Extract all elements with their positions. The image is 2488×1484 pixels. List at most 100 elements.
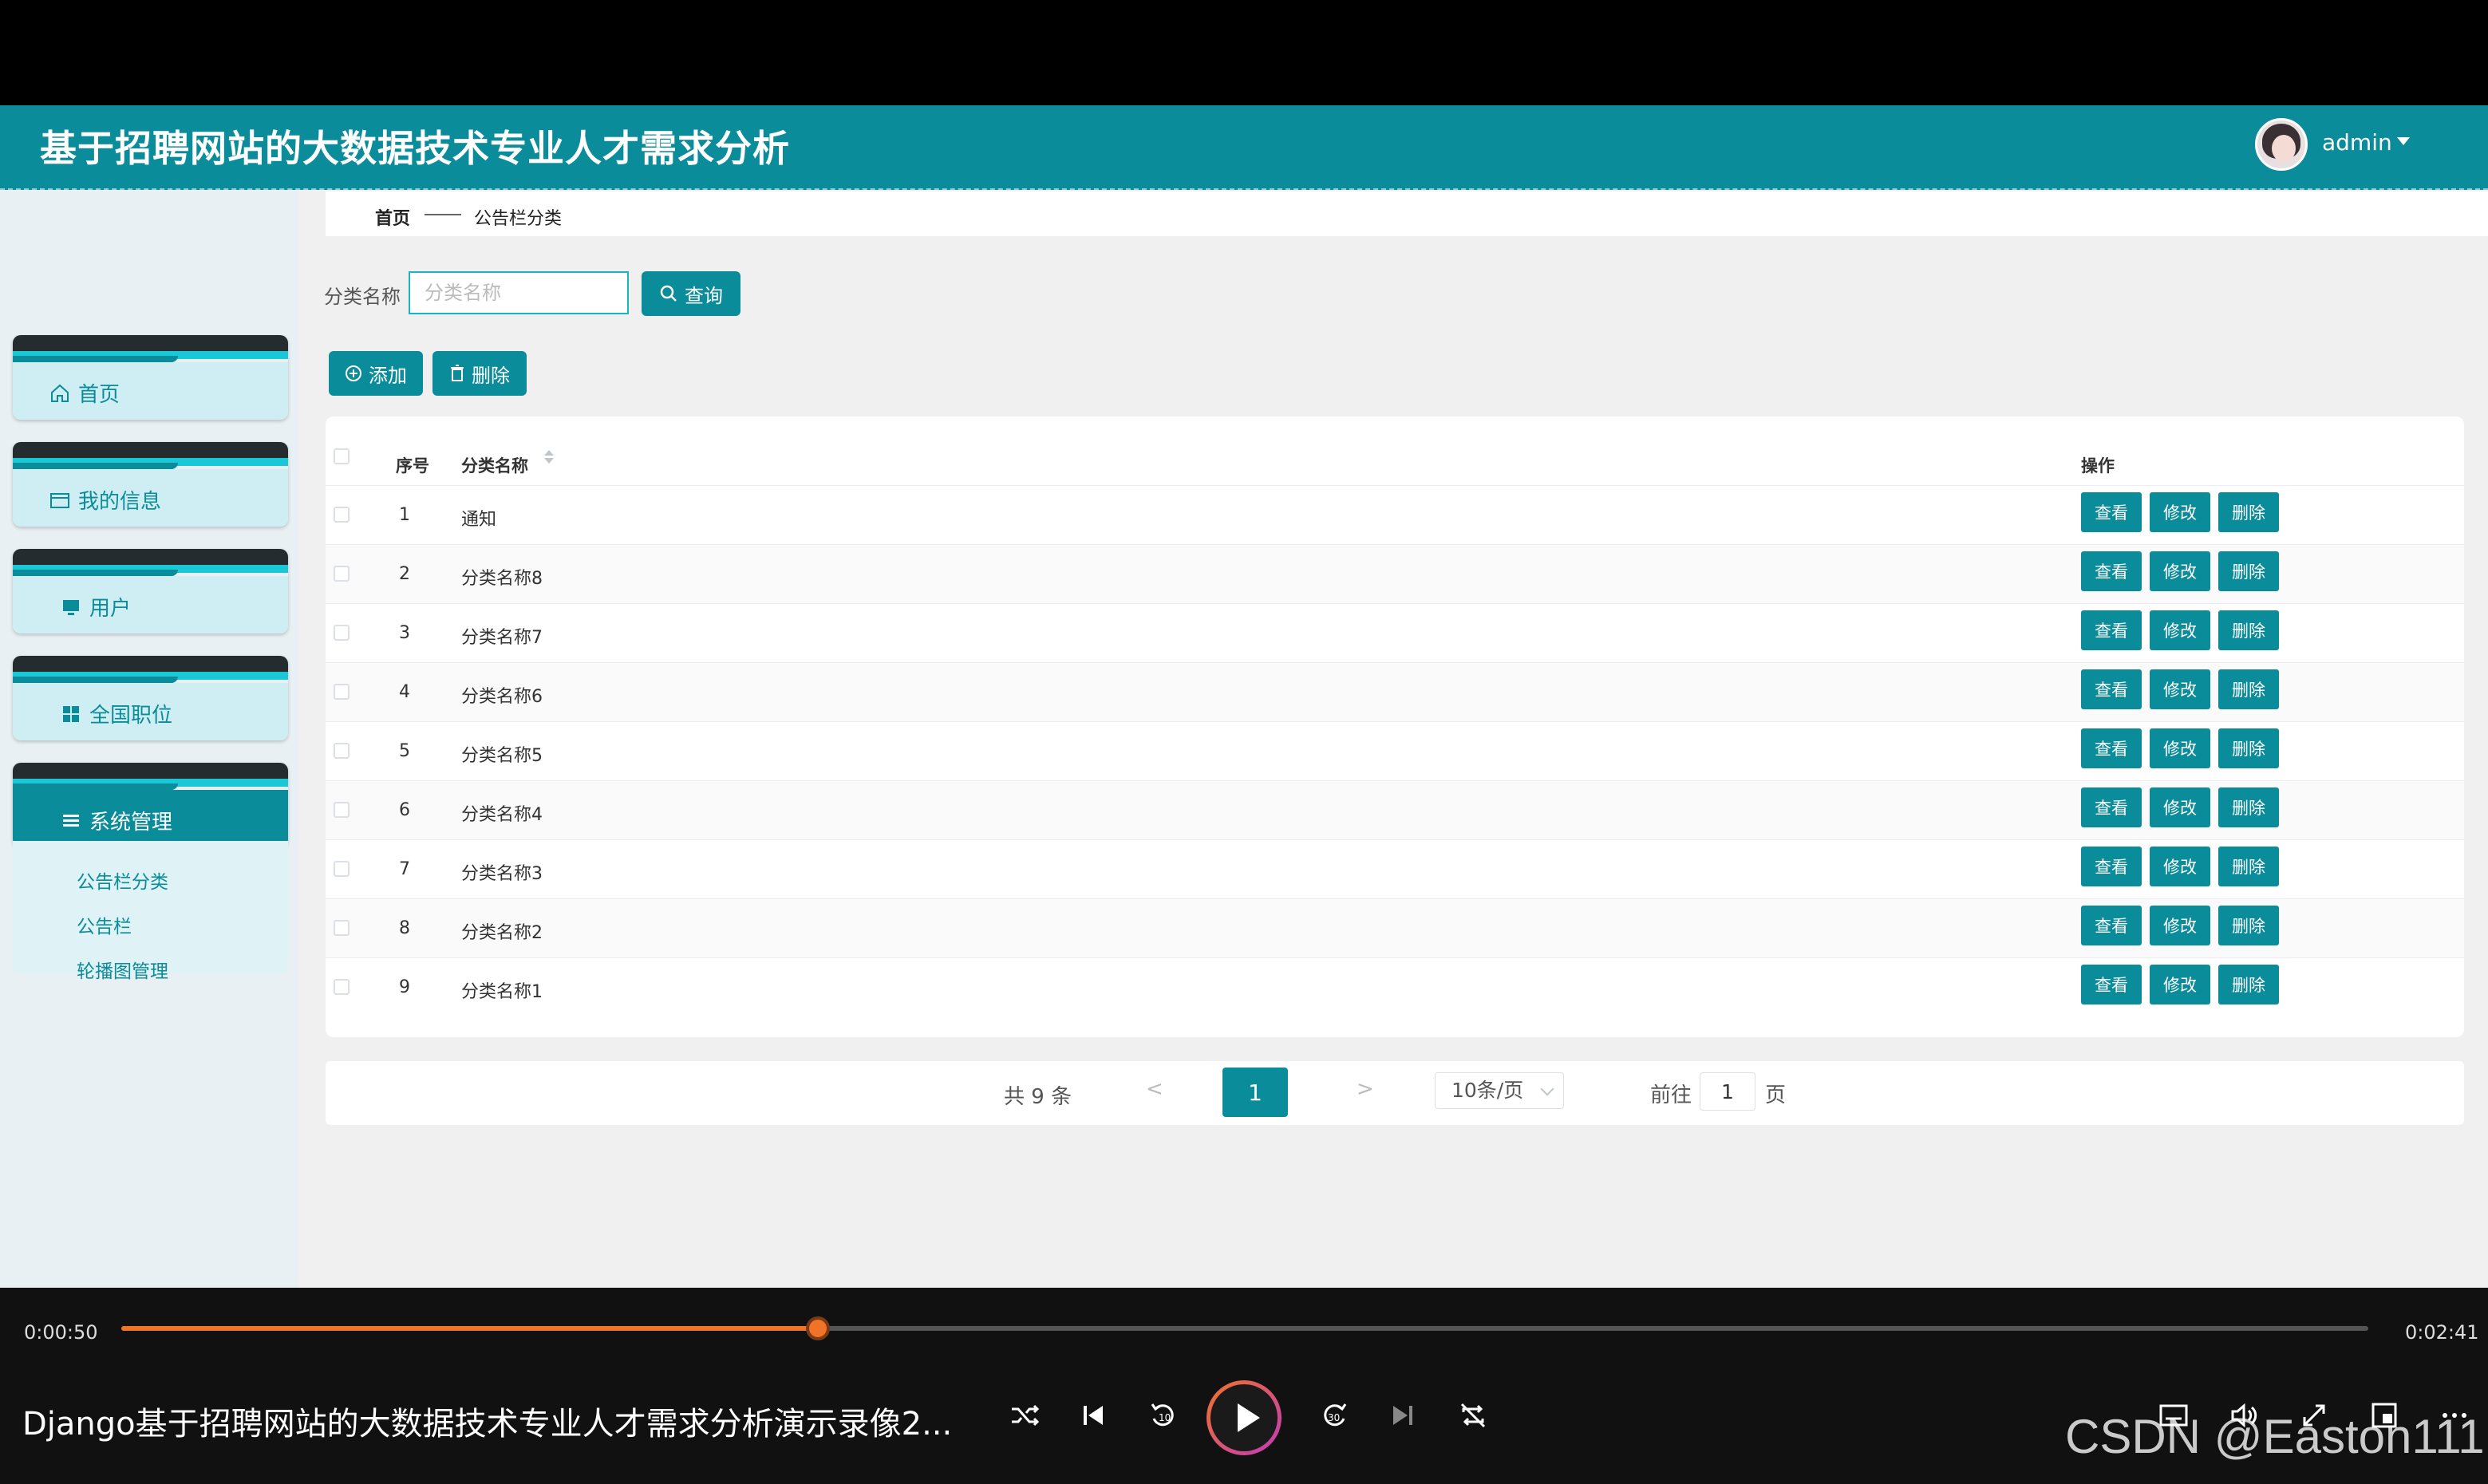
delete-button[interactable]: 删除 (2218, 965, 2279, 1004)
watermark: CSDN @Easton111 (2065, 1410, 2485, 1463)
view-button[interactable]: 查看 (2081, 847, 2142, 886)
view-button[interactable]: 查看 (2081, 492, 2142, 532)
progress-knob[interactable] (805, 1316, 830, 1340)
edit-button[interactable]: 修改 (2150, 492, 2210, 532)
edit-button[interactable]: 修改 (2150, 669, 2210, 709)
edit-button[interactable]: 修改 (2150, 610, 2210, 650)
table-row: 3 分类名称7 查看 修改 删除 (326, 603, 2464, 662)
row-name: 分类名称8 (461, 569, 543, 589)
data-table: 序号 分类名称 操作 1 通知 查看 修改 删除 2 分类名称8 查看 修改 删除 3 分类名称7 查看… (326, 416, 2464, 1037)
submenu-item-notice-category[interactable]: 公告栏分类 (77, 866, 168, 894)
view-button[interactable]: 查看 (2081, 906, 2142, 945)
select-all-checkbox[interactable] (334, 448, 350, 464)
row-index: 6 (399, 800, 410, 820)
row-checkbox[interactable] (334, 861, 350, 877)
row-checkbox[interactable] (334, 979, 350, 995)
progress-fill (121, 1326, 818, 1331)
search-button[interactable]: 查询 (642, 271, 740, 316)
forward-30-icon[interactable]: 30 (1317, 1398, 1352, 1433)
row-checkbox[interactable] (334, 566, 350, 582)
submenu-item-notice[interactable]: 公告栏 (77, 911, 132, 938)
page-button-current[interactable]: 1 (1222, 1068, 1288, 1117)
edit-button[interactable]: 修改 (2150, 847, 2210, 886)
previous-icon[interactable] (1076, 1398, 1111, 1433)
row-name: 通知 (461, 510, 497, 530)
row-name: 分类名称1 (461, 982, 543, 1002)
edit-button[interactable]: 修改 (2150, 787, 2210, 827)
column-header-name[interactable]: 分类名称 (461, 453, 528, 477)
row-checkbox[interactable] (334, 625, 350, 641)
goto-suffix: 页 (1765, 1083, 1787, 1107)
delete-button[interactable]: 删除 (2218, 847, 2279, 886)
grid-icon (63, 705, 79, 722)
view-button[interactable]: 查看 (2081, 610, 2142, 650)
play-icon (1238, 1403, 1260, 1432)
sidebar-item-my-info[interactable]: 我的信息 (13, 442, 288, 527)
row-index: 7 (399, 859, 410, 879)
sidebar-item-home[interactable]: 首页 (13, 335, 288, 420)
delete-button[interactable]: 删除 (2218, 787, 2279, 827)
user-menu[interactable]: admin (2322, 129, 2392, 156)
rewind-10-icon[interactable]: 10 (1146, 1398, 1181, 1433)
breadcrumb-home[interactable]: 首页 (375, 204, 410, 230)
row-index: 2 (399, 564, 410, 584)
edit-button[interactable]: 修改 (2150, 906, 2210, 945)
delete-button[interactable]: 删除 (2218, 669, 2279, 709)
submenu-item-carousel[interactable]: 轮播图管理 (77, 956, 168, 983)
view-button[interactable]: 查看 (2081, 728, 2142, 768)
sidebar-item-jobs[interactable]: 全国职位 (13, 656, 288, 740)
row-name: 分类名称6 (461, 687, 543, 707)
sidebar-item-users[interactable]: 用户 (13, 549, 288, 633)
row-index: 4 (399, 682, 410, 702)
row-checkbox[interactable] (334, 684, 350, 700)
edit-button[interactable]: 修改 (2150, 551, 2210, 591)
search-button-label: 查询 (685, 284, 723, 307)
delete-button[interactable]: 删除 (2218, 551, 2279, 591)
page-size-select[interactable]: 10条/页 (1435, 1072, 1564, 1109)
view-button[interactable]: 查看 (2081, 551, 2142, 591)
svg-text:10: 10 (1159, 1412, 1171, 1423)
row-checkbox[interactable] (334, 743, 350, 759)
sidebar-item-label: 首页 (78, 383, 120, 407)
sidebar-item-label: 用户 (89, 597, 132, 621)
avatar[interactable] (2255, 118, 2308, 171)
table-row: 1 通知 查看 修改 删除 (326, 485, 2464, 544)
edit-button[interactable]: 修改 (2150, 965, 2210, 1004)
caret-down-icon[interactable] (2397, 137, 2410, 145)
top-header: 基于招聘网站的大数据技术专业人才需求分析 admin (0, 105, 2488, 190)
delete-button[interactable]: 删除 (2218, 728, 2279, 768)
total-time: 0:02:41 (2405, 1321, 2479, 1344)
row-checkbox[interactable] (334, 802, 350, 818)
search-input[interactable] (409, 271, 629, 314)
goto-page-input[interactable] (1700, 1072, 1755, 1111)
loop-off-icon[interactable] (1455, 1398, 1491, 1433)
pagination-total: 共 9 条 (1004, 1085, 1072, 1109)
menu-icon (63, 814, 79, 827)
row-index: 9 (399, 977, 410, 997)
sidebar-item-system[interactable]: 系统管理 (13, 763, 288, 847)
page-size-value: 10条/页 (1451, 1079, 1524, 1102)
shuffle-icon[interactable] (1007, 1398, 1042, 1433)
sidebar-item-label: 我的信息 (78, 490, 162, 514)
row-name: 分类名称2 (461, 923, 543, 943)
view-button[interactable]: 查看 (2081, 669, 2142, 709)
view-button[interactable]: 查看 (2081, 787, 2142, 827)
prev-page-button[interactable]: < (1146, 1077, 1163, 1101)
batch-delete-button[interactable]: 删除 (432, 351, 527, 396)
view-button[interactable]: 查看 (2081, 965, 2142, 1004)
next-icon[interactable] (1385, 1398, 1420, 1433)
edit-button[interactable]: 修改 (2150, 728, 2210, 768)
delete-button[interactable]: 删除 (2218, 610, 2279, 650)
play-button[interactable] (1206, 1380, 1282, 1455)
next-page-button[interactable]: > (1357, 1077, 1374, 1101)
delete-button[interactable]: 删除 (2218, 492, 2279, 532)
row-checkbox[interactable] (334, 920, 350, 936)
add-button[interactable]: 添加 (329, 351, 423, 396)
table-row: 2 分类名称8 查看 修改 删除 (326, 544, 2464, 603)
column-header-index: 序号 (396, 456, 429, 476)
sort-asc-icon[interactable] (544, 450, 554, 456)
delete-button[interactable]: 删除 (2218, 906, 2279, 945)
admin-app: 基于招聘网站的大数据技术专业人才需求分析 admin 首页 我的信息 用户 全国… (0, 105, 2488, 1288)
sort-desc-icon[interactable] (544, 458, 554, 464)
row-checkbox[interactable] (334, 507, 350, 523)
